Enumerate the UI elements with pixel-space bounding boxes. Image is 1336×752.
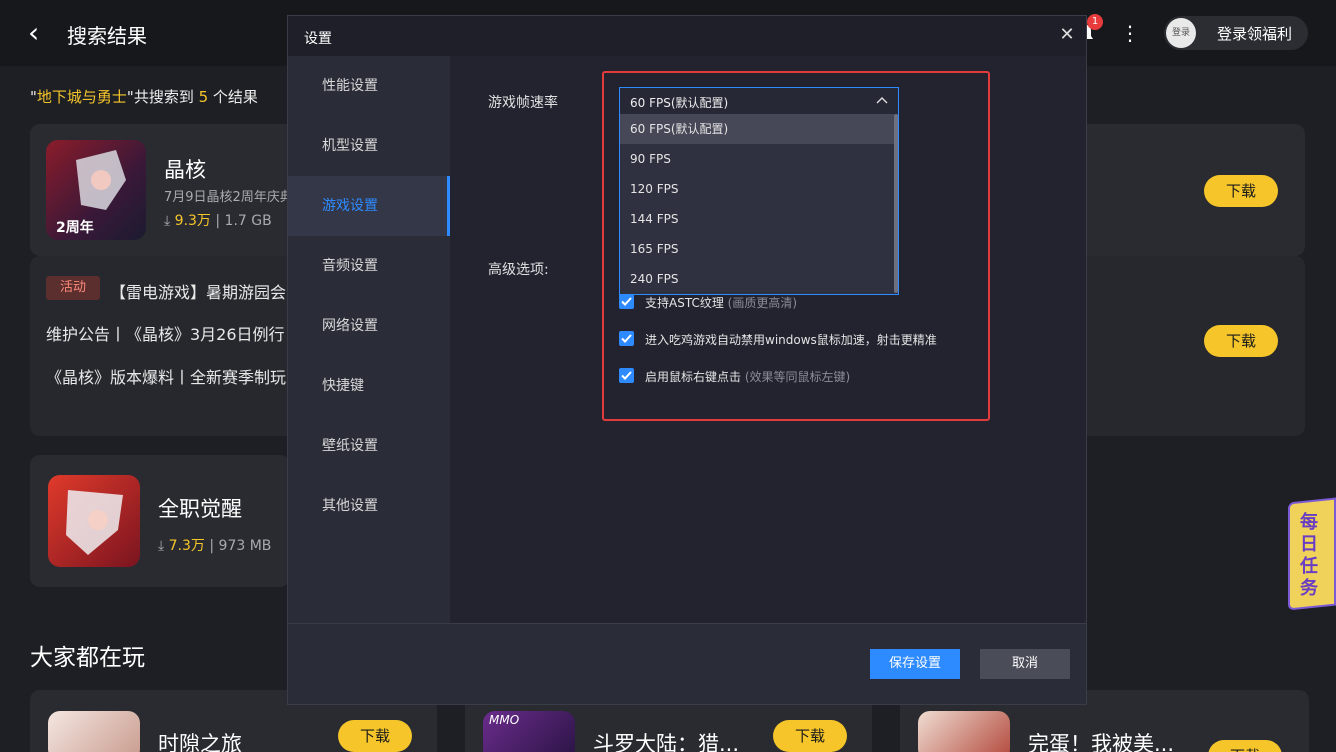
section-title: 大家都在玩 [30, 645, 145, 671]
dialog-title: 设置 [304, 31, 332, 47]
news-item[interactable]: 【雷电游戏】暑期游园会 [110, 279, 286, 303]
download-arrow-icon: ⤓ [164, 213, 171, 229]
nav-item-other[interactable]: 其他设置 [288, 476, 450, 536]
app-name: 完蛋！我被美... [1028, 732, 1175, 752]
nav-item-performance[interactable]: 性能设置 [288, 56, 450, 116]
highlight-box [602, 71, 990, 421]
download-count: 9.3万 [174, 213, 211, 229]
app-icon-wandan [918, 711, 1010, 752]
result-count: 5 [198, 88, 209, 106]
nav-item-shortcuts[interactable]: 快捷键 [288, 356, 450, 416]
download-button[interactable]: 下载 [1204, 325, 1278, 357]
result-card-quanzhi[interactable]: 全职觉醒 ⤓ 7.3万 | 973 MB [30, 455, 290, 587]
download-button[interactable]: 下载 [773, 720, 847, 752]
nav-item-game[interactable]: 游戏设置 [288, 176, 450, 236]
file-size: 973 MB [218, 538, 272, 554]
result-summary: "地下城与勇士"共搜索到 5 个结果 [30, 88, 258, 106]
app-meta: ⤓ 9.3万 | 1.7 GB [164, 213, 272, 229]
notification-badge: 1 [1087, 14, 1103, 30]
news-item[interactable]: 维护公告丨《晶核》3月26日例行 [46, 321, 285, 345]
download-button[interactable]: 下载 [1208, 740, 1282, 752]
nav-item-network[interactable]: 网络设置 [288, 296, 450, 356]
nav-item-device[interactable]: 机型设置 [288, 116, 450, 176]
download-arrow-icon: ⤓ [158, 538, 165, 554]
app-name: 斗罗大陆：猎... [593, 732, 740, 752]
app-meta: ⤓ 7.3万 | 973 MB [158, 538, 272, 554]
app-icon-shixi [48, 711, 140, 752]
app-name: 全职觉醒 [158, 497, 242, 521]
footer-divider [288, 623, 1086, 624]
daily-task-button[interactable]: 每日任务 [1288, 497, 1336, 611]
app-name: 晶核 [164, 158, 206, 182]
more-vertical-icon[interactable]: ⋮ [1120, 22, 1140, 44]
save-button[interactable]: 保存设置 [870, 649, 960, 679]
nav-item-audio[interactable]: 音频设置 [288, 236, 450, 296]
activity-tag: 活动 [46, 276, 100, 300]
cancel-button[interactable]: 取消 [980, 649, 1070, 679]
back-chevron-icon[interactable]: ‹ [28, 19, 52, 48]
frame-rate-label: 游戏帧速率 [488, 95, 558, 111]
app-name: 时隙之旅 [158, 732, 242, 752]
login-label: 登录领福利 [1217, 25, 1293, 43]
nav-item-wallpaper[interactable]: 壁纸设置 [288, 416, 450, 476]
mmo-label: MMO [489, 713, 520, 727]
dialog-header: 设置 ✕ [288, 16, 1086, 56]
download-count: 7.3万 [168, 538, 205, 554]
search-keyword: 地下城与勇士 [36, 88, 127, 106]
settings-nav: 性能设置 机型设置 游戏设置 音频设置 网络设置 快捷键 壁纸设置 其他设置 [288, 56, 450, 624]
news-item[interactable]: 《晶核》版本爆料丨全新赛季制玩 [46, 364, 286, 388]
download-button[interactable]: 下载 [1204, 175, 1278, 207]
app-icon-jinghe: 2周年 [46, 140, 146, 240]
file-size: 1.7 GB [224, 213, 272, 229]
page-title: 搜索结果 [67, 24, 147, 48]
daily-task-label: 每日任务 [1300, 512, 1318, 599]
settings-dialog: 设置 ✕ 性能设置 机型设置 游戏设置 音频设置 网络设置 快捷键 壁纸设置 其… [287, 15, 1087, 705]
app-icon-douluo: MMO [483, 711, 575, 752]
advanced-options-label: 高级选项: [488, 262, 549, 278]
close-icon[interactable]: ✕ [1057, 24, 1077, 46]
svg-text:2周年: 2周年 [56, 219, 94, 236]
download-button[interactable]: 下载 [338, 720, 412, 752]
app-subtitle: 7月9日晶核2周年庆典 [164, 190, 293, 205]
login-button[interactable]: 登录 登录领福利 [1164, 16, 1308, 50]
app-icon-quanzhi [48, 475, 140, 567]
avatar: 登录 [1166, 18, 1196, 48]
